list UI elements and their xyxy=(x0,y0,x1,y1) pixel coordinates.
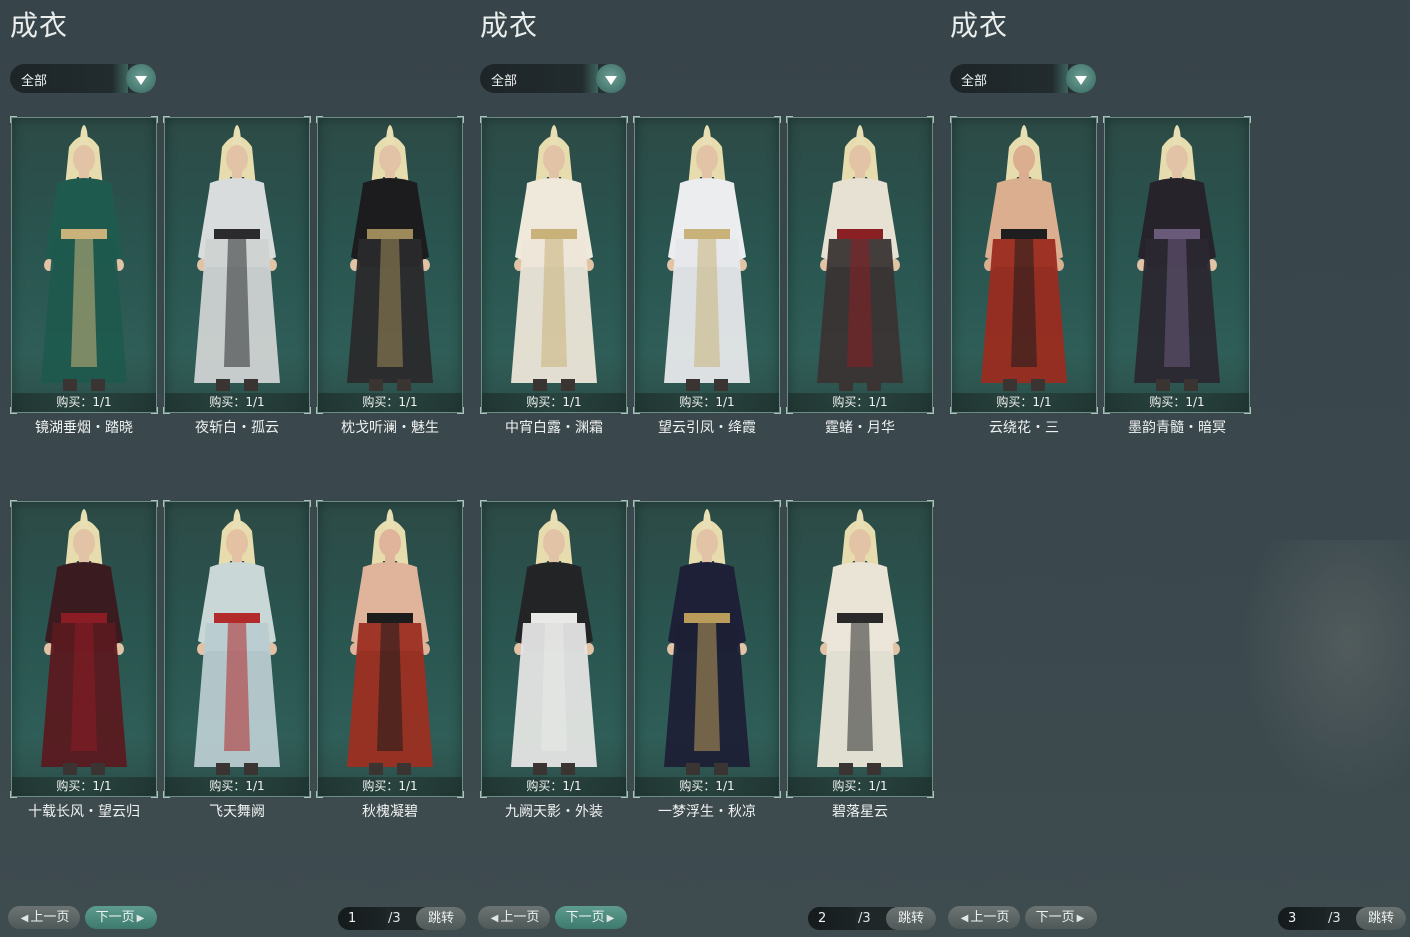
next-page-button[interactable]: 下一页 ▶ xyxy=(1025,906,1097,929)
character-figure-image xyxy=(817,509,903,775)
purchase-count: 购买：1/1 xyxy=(788,777,932,796)
outfit-card[interactable]: 购买：1/1 云绕花・三 xyxy=(950,116,1098,436)
jump-button[interactable]: 跳转 xyxy=(1356,907,1406,930)
outfit-card[interactable]: 购买：1/1 墨韵青髓・暗冥 xyxy=(1103,116,1251,436)
chevron-left-icon: ◀ xyxy=(20,913,29,924)
jump-button[interactable]: 跳转 xyxy=(886,907,936,930)
page-title: 成衣 xyxy=(10,9,69,42)
outfit-name: 十载长风・望云归 xyxy=(28,804,140,820)
character-figure-image xyxy=(511,509,597,775)
outfit-name: 枕戈听澜・魅生 xyxy=(341,420,439,436)
jump-button[interactable]: 跳转 xyxy=(416,907,466,930)
outfit-name: 秋槐凝碧 xyxy=(362,804,418,820)
purchase-count: 购买：1/1 xyxy=(12,777,156,796)
category-filter-dropdown[interactable]: 全部 xyxy=(950,64,1096,93)
outfit-card[interactable]: 购买：1/1 一梦浮生・秋凉 xyxy=(633,500,781,820)
next-page-button[interactable]: 下一页 ▶ xyxy=(555,906,627,929)
chevron-down-icon[interactable] xyxy=(582,64,626,93)
chevron-right-icon: ▶ xyxy=(606,913,615,924)
outfit-card[interactable]: 购买：1/1 望云引凤・绛霞 xyxy=(633,116,781,436)
outfit-name: 飞天舞阙 xyxy=(209,804,265,820)
outfit-name: 望云引凤・绛霞 xyxy=(658,420,756,436)
chevron-down-icon[interactable] xyxy=(1052,64,1096,93)
purchase-count: 购买：1/1 xyxy=(1105,393,1249,412)
character-figure-image xyxy=(664,125,750,391)
filter-label: 全部 xyxy=(21,74,48,89)
outfit-name: 夜斩白・孤云 xyxy=(195,420,279,436)
outfit-name: 镜湖垂烟・踏晓 xyxy=(35,420,133,436)
next-page-button[interactable]: 下一页 ▶ xyxy=(85,906,157,929)
outfit-card[interactable]: 购买：1/1 镜湖垂烟・踏晓 xyxy=(10,116,158,436)
prev-page-button[interactable]: ◀ 上一页 xyxy=(478,906,550,929)
character-figure-image xyxy=(664,509,750,775)
shop-panel-1: 成衣 全部 购买：1/1 镜湖垂烟・踏晓 购买：1/1 夜斩白・孤云 购买：1/… xyxy=(0,0,470,937)
category-filter-dropdown[interactable]: 全部 xyxy=(480,64,626,93)
purchase-count: 购买：1/1 xyxy=(635,777,779,796)
prev-page-button[interactable]: ◀ 上一页 xyxy=(8,906,80,929)
outfit-name: 九阙天影・外装 xyxy=(505,804,603,820)
page-jumper: /3 跳转 xyxy=(1278,907,1406,930)
outfit-card[interactable]: 购买：1/1 碧落星云 xyxy=(786,500,934,820)
outfit-name: 霆蝫・月华 xyxy=(825,420,895,436)
outfit-card[interactable]: 购买：1/1 中宵白露・渊霜 xyxy=(480,116,628,436)
character-figure-image xyxy=(347,509,433,775)
chevron-right-icon: ▶ xyxy=(1076,913,1085,924)
page-jumper: /3 跳转 xyxy=(808,907,936,930)
character-figure-image xyxy=(194,509,280,775)
purchase-count: 购买：1/1 xyxy=(482,777,626,796)
purchase-count: 购买：1/1 xyxy=(12,393,156,412)
character-figure-image xyxy=(511,125,597,391)
outfit-name: 一梦浮生・秋凉 xyxy=(658,804,756,820)
chevron-right-icon: ▶ xyxy=(136,913,145,924)
outfit-card[interactable]: 购买：1/1 霆蝫・月华 xyxy=(786,116,934,436)
page-total: /3 xyxy=(858,911,871,926)
page-title: 成衣 xyxy=(950,9,1009,42)
chevron-left-icon: ◀ xyxy=(490,913,499,924)
outfit-card[interactable]: 购买：1/1 十载长风・望云归 xyxy=(10,500,158,820)
filter-label: 全部 xyxy=(491,74,518,89)
outfit-name: 墨韵青髓・暗冥 xyxy=(1128,420,1226,436)
page-number-input[interactable] xyxy=(808,907,856,930)
outfit-card[interactable]: 购买：1/1 夜斩白・孤云 xyxy=(163,116,311,436)
character-figure-image xyxy=(817,125,903,391)
character-figure-image xyxy=(1134,125,1220,391)
character-figure-image xyxy=(347,125,433,391)
character-figure-image xyxy=(41,509,127,775)
purchase-count: 购买：1/1 xyxy=(165,393,309,412)
purchase-count: 购买：1/1 xyxy=(318,777,462,796)
outfit-card[interactable]: 购买：1/1 枕戈听澜・魅生 xyxy=(316,116,464,436)
outfit-card[interactable]: 购买：1/1 九阙天影・外装 xyxy=(480,500,628,820)
filter-label: 全部 xyxy=(961,74,988,89)
page-total: /3 xyxy=(1328,911,1341,926)
shop-panel-2: 成衣 全部 购买：1/1 中宵白露・渊霜 购买：1/1 望云引凤・绛霞 购买：1… xyxy=(470,0,940,937)
outfit-name: 碧落星云 xyxy=(832,804,888,820)
purchase-count: 购买：1/1 xyxy=(318,393,462,412)
page-number-input[interactable] xyxy=(1278,907,1326,930)
character-figure-image xyxy=(194,125,280,391)
purchase-count: 购买：1/1 xyxy=(952,393,1096,412)
purchase-count: 购买：1/1 xyxy=(482,393,626,412)
page-number-input[interactable] xyxy=(338,907,386,930)
character-figure-image xyxy=(41,125,127,391)
category-filter-dropdown[interactable]: 全部 xyxy=(10,64,156,93)
outfit-name: 云绕花・三 xyxy=(989,420,1059,436)
purchase-count: 购买：1/1 xyxy=(788,393,932,412)
chevron-down-icon[interactable] xyxy=(112,64,156,93)
character-figure-image xyxy=(981,125,1067,391)
purchase-count: 购买：1/1 xyxy=(165,777,309,796)
page-total: /3 xyxy=(388,911,401,926)
shop-panel-3: 成衣 全部 购买：1/1 云绕花・三 购买：1/1 墨韵青髓・暗冥 ◀ 上一页 下… xyxy=(940,0,1410,937)
prev-page-button[interactable]: ◀ 上一页 xyxy=(948,906,1020,929)
purchase-count: 购买：1/1 xyxy=(635,393,779,412)
outfit-card[interactable]: 购买：1/1 飞天舞阙 xyxy=(163,500,311,820)
page-title: 成衣 xyxy=(480,9,539,42)
chevron-left-icon: ◀ xyxy=(960,913,969,924)
outfit-card[interactable]: 购买：1/1 秋槐凝碧 xyxy=(316,500,464,820)
page-jumper: /3 跳转 xyxy=(338,907,466,930)
outfit-name: 中宵白露・渊霜 xyxy=(505,420,603,436)
